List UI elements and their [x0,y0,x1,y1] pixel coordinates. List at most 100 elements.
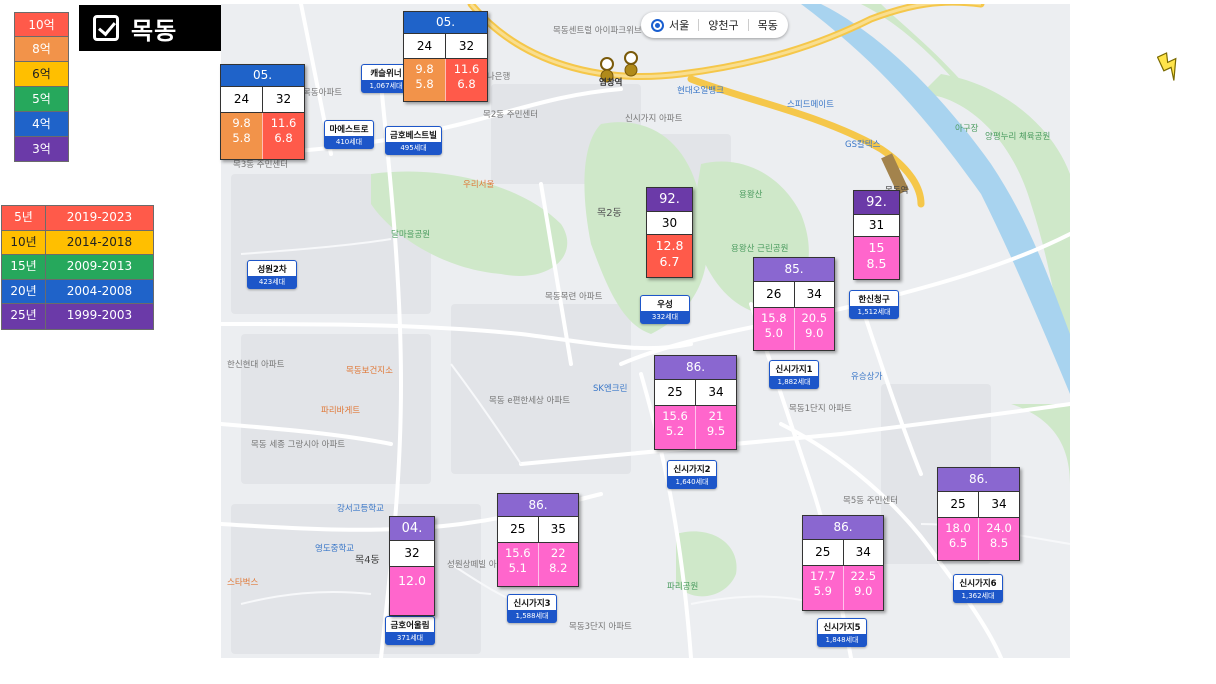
place-label: 용왕산 [739,190,763,200]
unit-sizes: 32 [390,541,434,567]
sale-price: 11.6 [453,62,480,76]
price-cell: 15 8.5 [854,237,899,279]
apartment-data-box[interactable]: 85. 26 34 15.8 5.0 20.5 9.0 [753,257,835,351]
location-target-icon[interactable] [651,18,664,32]
age-legend-range: 2019-2023 [66,210,133,224]
price-cell: 12.8 6.7 [647,235,692,277]
price-cell: 24.0 8.5 [978,518,1019,560]
lease-price: 6.8 [274,131,293,145]
apartment-data-box[interactable]: 92. 30 12.8 6.7 [646,187,693,278]
complex-label[interactable]: 신시가지1 1,882세대 [769,360,819,389]
place-label: 스타벅스 [227,578,259,588]
apartment-data-box[interactable]: 05. 24 32 9.8 5.8 11.6 6.8 [220,64,305,160]
complex-households: 1,512세대 [850,306,898,318]
sale-price: 21 [708,409,724,423]
price-cell: 18.0 6.5 [938,518,978,560]
page-title: 목동 [131,16,178,45]
apartment-data-box[interactable]: 86. 25 35 15.6 5.1 22 8.2 [497,493,579,587]
lease-price: 8.2 [549,561,568,575]
apartment-data-box[interactable]: 04. 32 12.0 [389,516,435,616]
complex-households: 1,848세대 [818,634,866,646]
place-label: 파리바게트 [321,406,361,416]
lease-price: 5.0 [764,326,783,340]
lease-price: 6.8 [457,77,476,91]
unit-sizes: 30 [647,212,692,235]
price-legend-item: 10억 [14,12,69,37]
price-cell: 17.7 5.9 [803,566,843,610]
place-label: 파리공원 [667,582,699,592]
age-legend-years: 20년 [2,279,46,303]
build-year: 86. [803,516,883,540]
complex-label[interactable]: 신시가지6 1,362세대 [953,574,1003,603]
apartment-data-box[interactable]: 05. 24 32 9.8 5.8 11.6 6.8 [403,11,488,102]
lease-price: 5.2 [665,424,685,438]
complex-label[interactable]: 한신청구 1,512세대 [849,290,899,319]
breadcrumb-dong[interactable]: 목동 [758,17,778,33]
lease-price: 5.8 [415,77,434,91]
unit-size: 24 [233,92,250,106]
unit-size: 25 [510,522,526,536]
apartment-data-box[interactable]: 86. 25 34 18.0 6.5 24.0 8.5 [937,467,1020,561]
unit-sizes: 26 34 [754,282,834,308]
prices: 18.0 6.5 24.0 8.5 [938,518,1019,560]
complex-label[interactable]: 금호어울림 371세대 [385,616,435,645]
lease-price: 9.0 [854,584,873,598]
apartment-data-box[interactable]: 86. 25 34 17.7 5.9 22.5 9.0 [802,515,884,611]
price-legend-item: 8억 [14,37,69,62]
age-legend-row: 25년 1999-2003 [2,304,153,329]
page: 10억 8억 6억 5억 4억 3억 5년 2019-2023 10년 2014… [0,0,1216,684]
unit-size: 25 [667,385,683,399]
unit-size: 32 [262,87,304,112]
place-label: 목동1단지 아파트 [789,404,852,414]
age-legend-years: 5년 [2,206,46,230]
apartment-data-box[interactable]: 92. 31 15 8.5 [853,190,900,280]
lease-price: 5.1 [508,561,527,575]
unit-size: 34 [978,492,1019,517]
place-label: 신시가지 아파트 [625,114,683,124]
age-legend-row: 15년 2009-2013 [2,255,153,280]
apartment-data-box[interactable]: 86. 25 34 15.6 5.2 21 9.5 [654,355,737,450]
complex-label[interactable]: 마에스트로 410세대 [324,120,374,149]
complex-name: 금호어울림 [390,621,430,631]
sale-price: 17.7 [809,569,836,583]
breadcrumb-separator [698,19,700,31]
price-cell: 22.5 9.0 [842,566,883,610]
age-legend-years: 15년 [2,255,46,279]
complex-label[interactable]: 신시가지5 1,848세대 [817,618,867,647]
price-cell: 21 9.5 [695,406,736,449]
prices: 15.8 5.0 20.5 9.0 [754,308,834,350]
unit-sizes: 31 [854,215,899,237]
age-legend-range: 2014-2018 [66,234,133,249]
complex-label[interactable]: 우성 332세대 [640,295,690,324]
breadcrumb-separator [747,19,749,31]
build-year: 92. [647,188,692,212]
sale-price: 15.6 [662,409,688,423]
complex-households: 332세대 [641,311,689,323]
complex-households: 371세대 [386,632,434,644]
complex-label[interactable]: 금호베스트빌 495세대 [385,126,442,155]
complex-name: 한신청구 [858,295,890,305]
location-breadcrumb[interactable]: 서울 양천구 목동 [641,12,788,38]
age-legend: 5년 2019-2023 10년 2014-2018 15년 2009-2013… [1,205,154,330]
unit-size: 25 [950,497,966,511]
place-label: 아구장 [955,124,979,134]
complex-label[interactable]: 신시가지3 1,588세대 [507,594,557,623]
price-cell: 20.5 9.0 [793,308,834,350]
sale-price: 15.6 [504,546,531,560]
sale-price: 12.8 [655,238,684,253]
unit-sizes: 25 34 [803,540,883,566]
complex-name: 성원2차 [257,265,287,275]
complex-label[interactable]: 신시가지2 1,640세대 [667,460,717,489]
place-label: 양평누리 체육공원 [985,132,1051,142]
breadcrumb-district[interactable]: 양천구 [708,17,738,33]
breadcrumb-city[interactable]: 서울 [669,17,689,33]
prices: 15.6 5.2 21 9.5 [655,406,736,449]
prices: 15 8.5 [854,237,899,279]
prices: 12.0 [390,567,434,615]
place-label: 달마을공원 [391,230,431,240]
unit-sizes: 24 32 [221,87,304,113]
unit-sizes: 24 32 [404,34,487,59]
build-year: 86. [938,468,1019,492]
complex-label[interactable]: 성원2차 423세대 [247,260,297,289]
complex-name: 신시가지1 [775,365,813,375]
